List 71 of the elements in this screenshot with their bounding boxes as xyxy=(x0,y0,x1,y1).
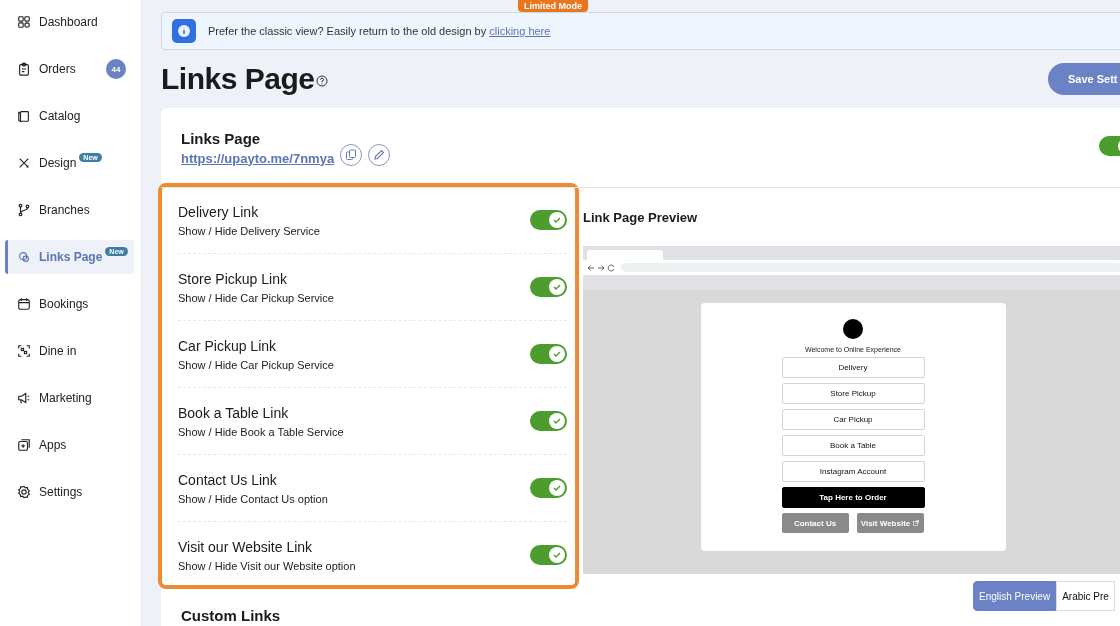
link-button[interactable]: Book a Table xyxy=(781,435,925,456)
link-button[interactable]: Delivery xyxy=(781,357,925,378)
language-tab[interactable]: English Preview xyxy=(973,581,1057,611)
page-title: Links Page xyxy=(161,62,315,96)
sidebar-item[interactable]: Marketing xyxy=(5,381,134,415)
sidebar-item[interactable]: Bookings xyxy=(5,287,134,321)
link-title: Visit our Website Link xyxy=(178,538,314,555)
link-description: Show / Hide Contact Us option xyxy=(178,492,328,505)
sidebar-item[interactable]: Settings xyxy=(5,475,134,509)
order-button[interactable]: Tap Here to Order xyxy=(781,487,925,508)
apps-icon xyxy=(17,438,31,452)
navigation-icon xyxy=(587,263,617,272)
link-description: Show / Hide Visit our Website option xyxy=(178,559,356,572)
toggle-switch[interactable] xyxy=(530,210,567,230)
link-button[interactable]: Instagram Account xyxy=(781,461,925,482)
page-url-link[interactable]: https://upayto.me/7nmya xyxy=(181,150,335,166)
gear-icon xyxy=(17,485,31,499)
check-icon xyxy=(552,215,562,225)
link-title: Store Pickup Link xyxy=(178,270,288,287)
section-title: Custom Links xyxy=(181,607,282,624)
link-description: Show / Hide Book a Table Service xyxy=(178,425,344,438)
tools-icon xyxy=(17,156,31,170)
links-icon xyxy=(17,250,31,264)
preview-title: Link Page Preview xyxy=(583,208,699,227)
check-icon xyxy=(552,550,562,560)
edit-button[interactable] xyxy=(368,143,391,166)
link-title: Car Pickup Link xyxy=(178,337,278,354)
sidebar-item[interactable]: Branches xyxy=(5,193,134,227)
cards-icon xyxy=(17,109,31,123)
sidebar-item[interactable]: Dine in xyxy=(5,334,134,368)
save-button[interactable]: Save Sett xyxy=(1048,63,1120,95)
copy-icon xyxy=(345,148,358,161)
toggle-switch[interactable] xyxy=(530,344,567,364)
classic-view-link[interactable]: clicking here xyxy=(489,25,551,37)
grid-icon xyxy=(17,15,31,29)
clipboard-icon xyxy=(17,62,31,76)
toggle-switch[interactable] xyxy=(530,411,567,431)
mode-badge: Limited Mode xyxy=(518,0,588,12)
sidebar-item[interactable]: Apps xyxy=(5,428,134,462)
card-title: Links Page xyxy=(181,129,262,147)
check-icon xyxy=(552,282,562,292)
link-description: Show / Hide Delivery Service xyxy=(178,224,320,237)
link-title: Delivery Link xyxy=(178,203,260,220)
info-icon xyxy=(172,19,196,43)
check-icon xyxy=(552,349,562,359)
sidebar-item[interactable]: Dashboard xyxy=(5,5,134,39)
link-button[interactable]: Store Pickup xyxy=(781,383,925,404)
count-badge: 44 xyxy=(106,59,126,79)
check-icon xyxy=(552,416,562,426)
toggle-switch[interactable] xyxy=(1099,136,1120,156)
check-icon xyxy=(552,483,562,493)
sidebar-item[interactable]: Catalog xyxy=(5,99,134,133)
link-title: Book a Table Link xyxy=(178,404,290,421)
qr-code-icon xyxy=(17,344,31,358)
link-button[interactable]: Car Pickup xyxy=(781,409,925,430)
language-tab[interactable]: Arabic Pre xyxy=(1056,581,1115,611)
calendar-icon xyxy=(17,297,31,311)
help-icon[interactable] xyxy=(316,75,329,87)
toggle-switch[interactable] xyxy=(530,478,567,498)
toggle-switch[interactable] xyxy=(530,545,567,565)
toggle-switch[interactable] xyxy=(530,277,567,297)
copy-button[interactable] xyxy=(340,143,363,166)
link-title: Contact Us Link xyxy=(178,471,278,488)
branch-icon xyxy=(17,203,31,217)
link-description: Show / Hide Car Pickup Service xyxy=(178,358,334,371)
megaphone-icon xyxy=(17,391,31,405)
banner-text: Prefer the classic view? Easily return to the old design by clicking here xyxy=(208,25,551,37)
pencil-icon xyxy=(373,148,386,161)
logo-icon xyxy=(843,319,863,339)
link-description: Show / Hide Car Pickup Service xyxy=(178,291,334,304)
sidebar-item[interactable]: Orders 44 xyxy=(5,52,134,86)
